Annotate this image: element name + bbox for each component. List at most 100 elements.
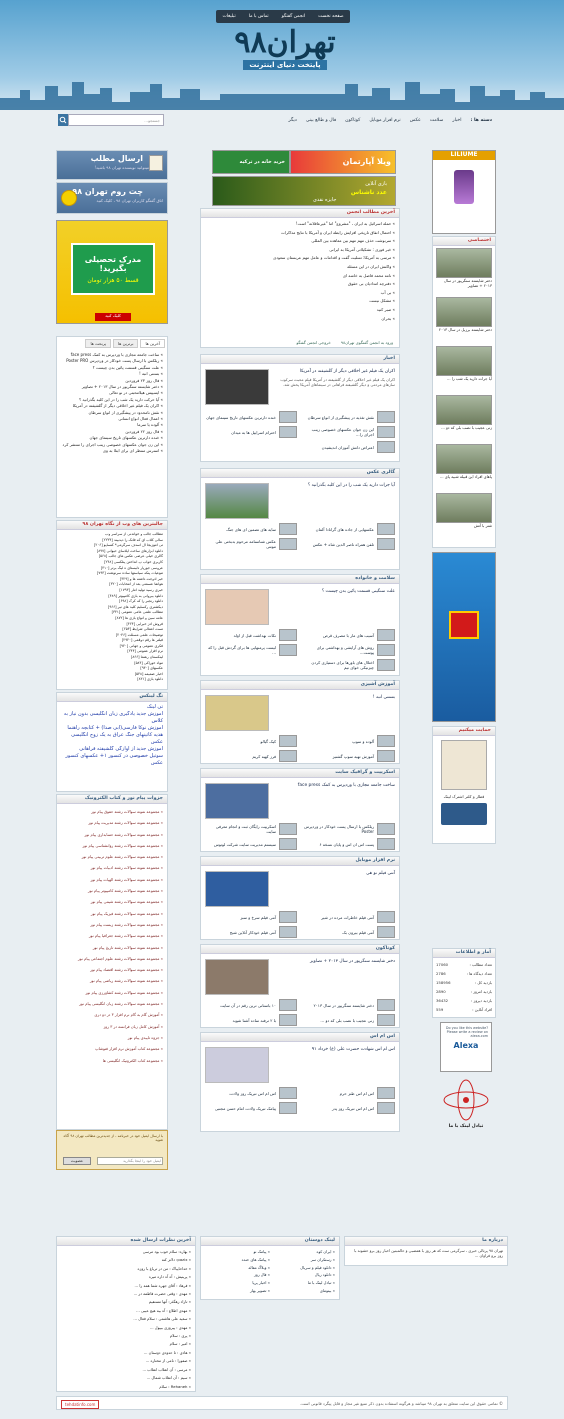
food-item[interactable]: آلوده و سوپ	[303, 735, 395, 747]
link-exchange-widget[interactable]: تبادل لینک با ما	[440, 1078, 492, 1130]
gift-ad[interactable]	[432, 552, 496, 722]
health-item[interactable]: آسیب های مار با مصرف قرص	[303, 629, 395, 641]
friend-link[interactable]: » وبلاگ مقاله	[205, 1264, 270, 1272]
education-ad[interactable]: مدرک تحصیلی بگیرید! قسط ۵۰ هزار تومان کل…	[56, 220, 168, 324]
elec-book-item[interactable]: » مجموعه کتاب آموزش نرم افزار فتوشاپ	[61, 1043, 163, 1054]
comment-item[interactable]: » امیر : سلام	[61, 1340, 191, 1348]
friend-link[interactable]: » بیتوتنای	[270, 1287, 335, 1295]
special-item[interactable]: آیا جرات دارید یک شب را ...	[433, 344, 495, 393]
comment-item[interactable]: » فرهاد : آقای جهره شما همه را ...	[61, 1282, 191, 1290]
comment-item[interactable]: » سیم : آن انقلاب شمال ...	[61, 1374, 191, 1382]
news-item[interactable]: نقش تغذیه در پیشگیری از انواع سرطان	[303, 411, 395, 423]
menu-other[interactable]: دیگر	[288, 118, 296, 123]
comment-item[interactable]: » پرینیش : آه آه داره میره	[61, 1273, 191, 1281]
footer-brand-logo[interactable]: tehdatinfo.com	[61, 1400, 100, 1409]
elec-book-item[interactable]: » مجموعه نمونه سوالات رشته مدیریت پیام ن…	[61, 817, 163, 828]
sms-lead-headline[interactable]: اس ام اس شهادت حضرت علی (ع) خرداد ۹۱	[271, 1047, 395, 1052]
comment-item[interactable]: » مهدی : وقتی حضرت فاطمه در ...	[61, 1290, 191, 1298]
comment-item[interactable]: » مهدی : پیروزی بیپول ...	[61, 1324, 191, 1332]
food-item[interactable]: آموزش تهیه سوپ گشنیز	[303, 750, 395, 762]
comment-item[interactable]: » pazix: دلانز کنه	[61, 1256, 191, 1264]
elec-book-item[interactable]: » آموزش کامل زبان فرانسه در ۳ روز	[61, 1021, 163, 1032]
comment-item[interactable]: » هادی : تا حدودی دوستان ...	[61, 1349, 191, 1357]
site-logo[interactable]: تهران۹۸ پایتخت دنیای اینترنت	[222, 26, 348, 86]
comment-item[interactable]: » پری : سلام	[61, 1332, 191, 1340]
script-item[interactable]: ریلکس با ارسال پست خودکار در وردپرس Post…	[303, 823, 395, 835]
elec-book-item[interactable]: » مجموعه نمونه سوالات رشته الهیات پیام ن…	[61, 874, 163, 885]
comment-item[interactable]: » بهاره: سلام خوب بود مرسی	[61, 1248, 191, 1256]
gallery-item[interactable]: تلفن همراه ناصر الدین شاه + عکس	[303, 538, 395, 550]
mobile-item[interactable]: آنتی فیلم سرخ و سبز	[205, 911, 297, 923]
alexa-widget[interactable]: Do you like this website? Please write a…	[440, 1022, 492, 1072]
forum-item[interactable]: » مرسی به آمریکا: تسلیت گفت و اقدامات و …	[205, 254, 395, 263]
misc-item[interactable]: با ۲ ترفند ساده آشنا شوید	[205, 1014, 297, 1026]
chat-room-box[interactable]: چت روم تهران ۹۸ اتاق گفتگو کاربران تهران…	[56, 182, 168, 214]
news-item[interactable]: این زن جوان عکسهای خصوصی زینب اجرای را..…	[303, 426, 395, 438]
elec-book-item[interactable]: » مجموعه نمونه سوالات رشته علوم تربیتی پ…	[61, 851, 163, 862]
forum-enter-link[interactable]: ورود به انجمن گفتگوی تهران۹۸	[341, 340, 393, 345]
elec-book-item[interactable]: » مجموعه نمونه سوالات رشته زبان انگلیسی …	[61, 998, 163, 1009]
script-item[interactable]: سیستم مدیریت سایت شرکت لوتوس	[205, 838, 297, 850]
send-post-box[interactable]: ارسال مطلب شما نیز میتوانید نویسنده تهرا…	[56, 150, 168, 180]
tag-item[interactable]: تی لینک	[61, 704, 163, 711]
elec-book-item[interactable]: » جزوه تاییدی پیام نور	[61, 1032, 163, 1043]
forum-item[interactable]: » حمله اسرائیل به ایران ، "مشروع" اما "غ…	[205, 220, 395, 229]
ghatar-logo[interactable]	[441, 803, 487, 825]
elec-book-item[interactable]: » مجموعه نمونه سوالات رشته شیمی پیام نور	[61, 896, 163, 907]
misc-lead-headline[interactable]: دختر شایسته سنگرپور در سال ۲۰۱۳ + تصاویر	[271, 959, 395, 964]
sms-item[interactable]: پیامک تبریک ولادت امام حسن مجتبی	[205, 1102, 297, 1114]
health-item[interactable]: لیست پرمنهایی ها برای گردش قبل را که ...	[205, 644, 297, 656]
top-nav-home[interactable]: صفحه نخست	[318, 14, 343, 19]
friend-link[interactable]: » پیامک های خنده	[205, 1256, 270, 1264]
friend-link[interactable]: » دانلود فیلم و سریال	[270, 1264, 335, 1272]
tag-item[interactable]: آموزش نوکا فارسی(آبی صدا) + کتابچه راهنم…	[61, 725, 163, 732]
support-image[interactable]	[441, 740, 487, 790]
tab-top[interactable]: برترین ها	[113, 339, 139, 348]
gallery-item[interactable]: عکسهایی از جاده های گرانادا آلمان	[303, 523, 395, 535]
forum-item[interactable]: » واکنش ایران در این مسئله	[205, 263, 395, 272]
gallery-lead-image[interactable]	[205, 483, 269, 519]
health-item[interactable]: نکات بهداشت قبل از اولد	[205, 629, 297, 641]
tag-item[interactable]: عکس	[61, 760, 163, 767]
elec-book-item[interactable]: » مجموعه نمونه سوالات رشته تاریخ پیام نو…	[61, 942, 163, 953]
turkey-house-ad[interactable]: خرید خانه در ترکیه	[212, 150, 290, 174]
latest-item[interactable]: » اکران یک فیلم غیر اخلاقی دیگر از گلشیف…	[61, 403, 163, 409]
latest-item[interactable]: » استرس منتظر ای برای ابتلا به وی	[61, 448, 163, 454]
mobile-lead-image[interactable]	[205, 871, 269, 907]
top-nav-contact[interactable]: تماس با ما	[249, 14, 269, 19]
forum-item[interactable]: » احتمال اتفاق تاریخی افزایش رابطه ایران…	[205, 229, 395, 238]
food-item[interactable]: فرز کهیه کریم	[205, 750, 297, 762]
friend-link[interactable]: » فال روز	[205, 1271, 270, 1279]
special-item[interactable]: شتر با آتش	[433, 491, 495, 540]
elec-book-item[interactable]: » مجموعه کتاب الکترونیک انگلیسی ها	[61, 1055, 163, 1066]
mobile-lead-headline[interactable]: آنتی فیلم نو هی	[271, 871, 395, 876]
menu-misc[interactable]: کوتاکون	[345, 118, 360, 123]
elec-book-item[interactable]: » آموزش گام به گام نرم افزار ۳ در دو دری	[61, 1009, 163, 1020]
health-item[interactable]: اختلال های باورها برای دستیاری کردن چیزن…	[303, 659, 395, 671]
newsletter-input[interactable]: ایمیل خود را اینجا بگذارید	[97, 1157, 163, 1165]
food-lead-image[interactable]	[205, 695, 269, 731]
friend-link[interactable]: » پیامک نو	[205, 1248, 270, 1256]
tag-item[interactable]: آموزش جدید یادگیری زبان انگلیسی بدون نیا…	[61, 711, 163, 725]
top-nav-ads[interactable]: تبلیغات	[222, 14, 235, 19]
newsletter-submit[interactable]: عضویت	[63, 1157, 91, 1165]
elec-book-item[interactable]: » مجموعه نمونه سوالات رشته روانشناسی پیا…	[61, 840, 163, 851]
forum-item[interactable]: » خبر فوری : تشکیلاتی آمریکا به ایرانی	[205, 246, 395, 255]
news-lead-image[interactable]	[205, 369, 269, 405]
mobile-item[interactable]: آنتی فیلم بیرون بک	[303, 926, 395, 938]
elec-book-item[interactable]: » مجموعه نمونه سوالات رشته علوم اجتماعی …	[61, 953, 163, 964]
misc-item[interactable]: ۱۰ باستانی ترین رقم در آن سایت	[205, 999, 297, 1011]
special-item[interactable]: پاهای افراد این قبیله شبیه پای ...	[433, 442, 495, 491]
news-lead-headline[interactable]: اکران یک فیلم غیر اخلاقی دیگر از گلشیفته…	[271, 369, 395, 374]
special-item[interactable]: دختر شایسته سنگرپور در سال ۲۰۱۳ + تصاویر	[433, 246, 495, 295]
elec-book-item[interactable]: » مجموعه نمونه سوالات رشته ریاضی پیام نو…	[61, 975, 163, 986]
tag-item[interactable]: آموزش جدید از آوازگی گلشیفته فراهانی	[61, 746, 163, 753]
sms-item[interactable]: اس ام اس طنز حرم	[303, 1087, 395, 1099]
search-button[interactable]	[58, 114, 68, 126]
comment-item[interactable]: » تاراد رهگذر: آنها مستقیم	[61, 1298, 191, 1306]
friend-link[interactable]: » ایران کوه	[270, 1248, 335, 1256]
misc-item[interactable]: دختر شایسته سنگرپور در سال ۲۰۱۳	[303, 999, 395, 1011]
online-game-ad[interactable]: بازی آنلاین عدد ناشناس جایزه نقدی	[212, 176, 396, 206]
food-lead-headline[interactable]: بستنی انبه !	[271, 695, 395, 700]
tag-item[interactable]: هدیه کاتینهای جنگ عراق به یک زوج انگلیسی	[61, 732, 163, 739]
